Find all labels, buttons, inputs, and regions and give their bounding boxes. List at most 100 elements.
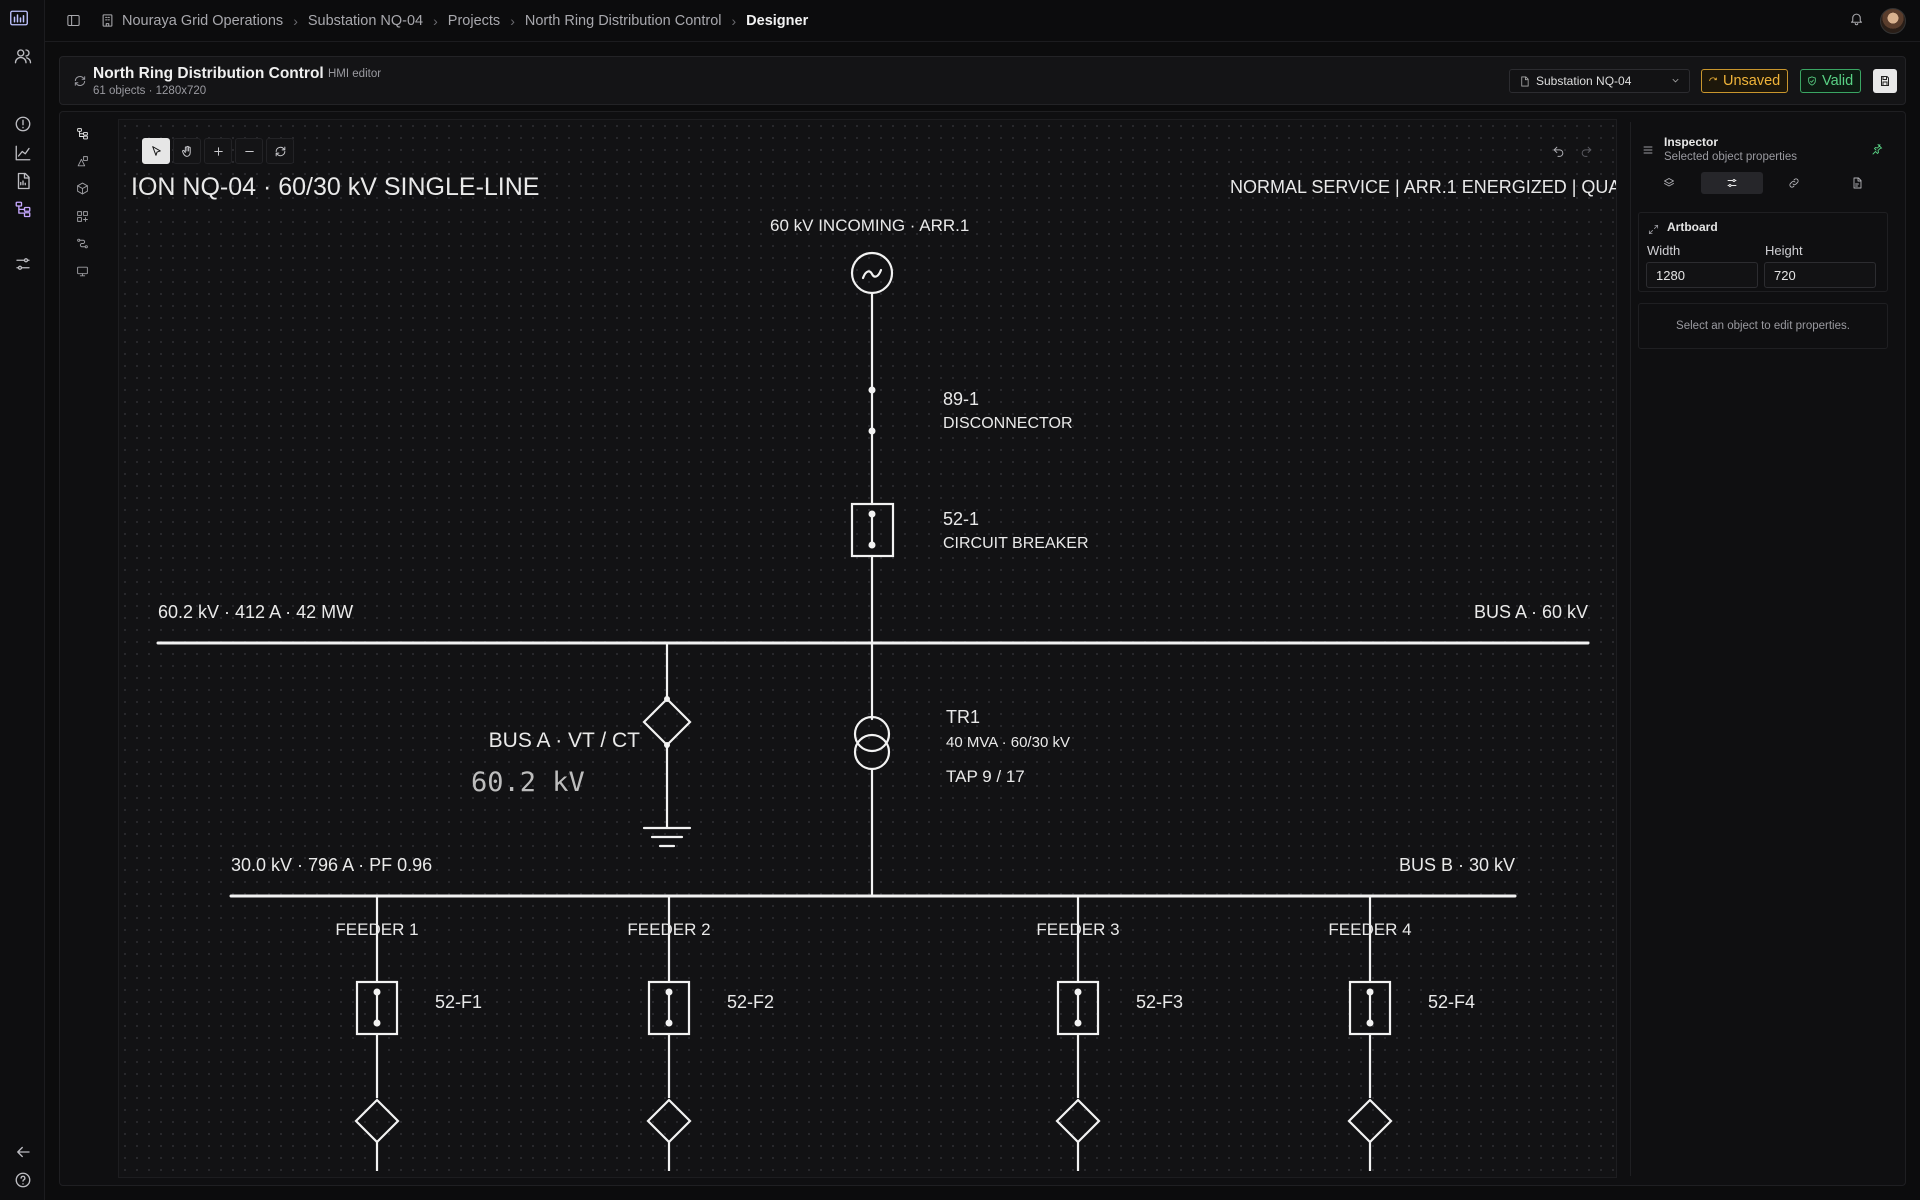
link-icon — [1789, 178, 1799, 188]
refresh-icon — [73, 74, 87, 93]
widgets-icon[interactable] — [69, 203, 95, 231]
inspector-tabs — [1638, 172, 1888, 194]
feeder-contact-dot — [1366, 1019, 1374, 1027]
bus-a-name: BUS A · 60 kV — [1474, 602, 1588, 622]
site-select-value: Substation NQ-04 — [1536, 74, 1632, 88]
breadcrumb-current: Designer — [746, 12, 809, 29]
empty-selection-hint: Select an object to edit properties. — [1638, 303, 1888, 349]
artboard-title: Artboard — [1667, 220, 1718, 234]
disconnector-name: DISCONNECTOR — [943, 415, 1073, 432]
incoming-label: 60 kV INCOMING · ARR.1 — [770, 216, 969, 235]
app-rail — [0, 0, 45, 1200]
components-icon[interactable] — [69, 175, 95, 203]
layers-tree-icon[interactable] — [69, 120, 95, 148]
top-bar: Nouraya Grid Operations › Substation NQ-… — [45, 0, 1920, 42]
vt-terminal — [664, 742, 670, 748]
tab-bindings[interactable] — [1763, 172, 1826, 194]
help-icon[interactable] — [12, 1169, 34, 1191]
feeder-breaker-tag: 52-F4 — [1428, 992, 1475, 1012]
width-field[interactable] — [1646, 262, 1758, 288]
layers-icon — [1664, 178, 1675, 187]
feeder-ct-symbol[interactable] — [1347, 1098, 1393, 1144]
zoom-in-button[interactable] — [204, 138, 232, 164]
document-icon — [1853, 177, 1862, 189]
feeder-group — [354, 896, 1393, 1171]
trend-chart-icon[interactable] — [12, 142, 34, 164]
breadcrumb-projects[interactable]: Projects — [448, 13, 500, 29]
screens-icon[interactable] — [69, 258, 95, 286]
hand-icon — [181, 145, 191, 157]
building-icon — [100, 13, 115, 28]
settings-sliders-icon[interactable] — [12, 253, 34, 275]
breaker-contact-dot — [868, 510, 876, 518]
avatar[interactable] — [1880, 8, 1906, 34]
unsaved-icon — [1709, 77, 1717, 82]
document-icon — [1521, 76, 1529, 86]
save-icon — [1881, 76, 1889, 86]
reset-view-button[interactable] — [266, 138, 294, 164]
redo-icon — [1581, 146, 1591, 157]
shapes-icon[interactable] — [69, 148, 95, 176]
feeder-breaker-tag: 52-F2 — [727, 992, 774, 1012]
height-field[interactable] — [1764, 262, 1876, 288]
vt-terminal — [664, 696, 670, 702]
undo-button[interactable] — [1545, 138, 1571, 164]
sidebar-toggle-icon[interactable] — [62, 10, 84, 32]
breadcrumb-separator: › — [433, 12, 438, 29]
feeder-ct-symbol[interactable] — [646, 1098, 692, 1144]
pointer-icon — [151, 145, 161, 156]
valid-badge: Valid — [1800, 69, 1862, 93]
pin-icon[interactable] — [1871, 142, 1883, 160]
breadcrumb-separator: › — [510, 12, 515, 29]
connections-icon[interactable] — [69, 230, 95, 258]
select-tool-button[interactable] — [142, 138, 170, 164]
resize-icon — [1648, 222, 1659, 240]
pan-tool-button[interactable] — [173, 138, 201, 164]
single-line-diagram: ION NQ-04 · 60/30 kV SINGLE-LINE NORMAL … — [131, 173, 1616, 1171]
transformer-rating: 40 MVA · 60/30 kV — [946, 734, 1070, 751]
save-button[interactable] — [1873, 69, 1897, 93]
feeder-ct-symbol[interactable] — [354, 1098, 400, 1144]
vt-label: BUS A · VT / CT — [489, 729, 640, 752]
designer-icon[interactable] — [12, 198, 34, 220]
app-logo[interactable] — [10, 9, 33, 29]
unsaved-badge: Unsaved — [1701, 69, 1789, 93]
collapse-arrow-icon[interactable] — [12, 1141, 34, 1163]
feeder-contact-dot — [1074, 988, 1082, 996]
disconnector-contact — [868, 386, 876, 394]
source-wave — [861, 268, 883, 280]
minus-icon — [244, 150, 254, 152]
feeder-name: FEEDER 4 — [1328, 920, 1411, 939]
tab-layers[interactable] — [1638, 172, 1701, 194]
site-select[interactable]: Substation NQ-04 — [1509, 69, 1690, 93]
feeder-ct-symbol[interactable] — [1055, 1098, 1101, 1144]
feeder-contact-dot — [373, 1019, 381, 1027]
chevron-down-icon — [1670, 75, 1681, 89]
feeder-contact-dot — [373, 988, 381, 996]
undo-icon — [1553, 146, 1563, 157]
breadcrumb-site[interactable]: Substation NQ-04 — [308, 13, 423, 29]
disconnector-tag: 89-1 — [943, 389, 979, 409]
users-icon[interactable] — [12, 45, 34, 67]
breaker-name: CIRCUIT BREAKER — [943, 535, 1089, 552]
disconnector-contact — [868, 427, 876, 435]
report-icon[interactable] — [12, 170, 34, 192]
tab-properties[interactable] — [1700, 172, 1763, 194]
breadcrumb-separator: › — [731, 12, 737, 29]
feeder-contact-dot — [665, 988, 673, 996]
alert-icon[interactable] — [12, 113, 34, 135]
canvas[interactable]: ION NQ-04 · 60/30 kV SINGLE-LINE NORMAL … — [118, 119, 1617, 1178]
zoom-out-button[interactable] — [235, 138, 263, 164]
vt-symbol[interactable] — [642, 697, 692, 747]
page-title: North Ring Distribution Control — [93, 65, 324, 82]
tab-document[interactable] — [1826, 172, 1889, 194]
history-controls — [1545, 138, 1599, 164]
notification-bell-icon[interactable] — [1849, 11, 1864, 31]
bus-b-readings: 30.0 kV · 796 A · PF 0.96 — [231, 855, 432, 875]
breadcrumb-project[interactable]: North Ring Distribution Control — [525, 13, 722, 29]
redo-button[interactable] — [1573, 138, 1599, 164]
breadcrumb-org[interactable]: Nouraya Grid Operations — [122, 13, 283, 29]
inspector-panel: Inspector Selected object properties Art… — [1630, 122, 1894, 1176]
transformer-tag: TR1 — [946, 707, 980, 727]
valid-label: Valid — [1822, 73, 1854, 89]
